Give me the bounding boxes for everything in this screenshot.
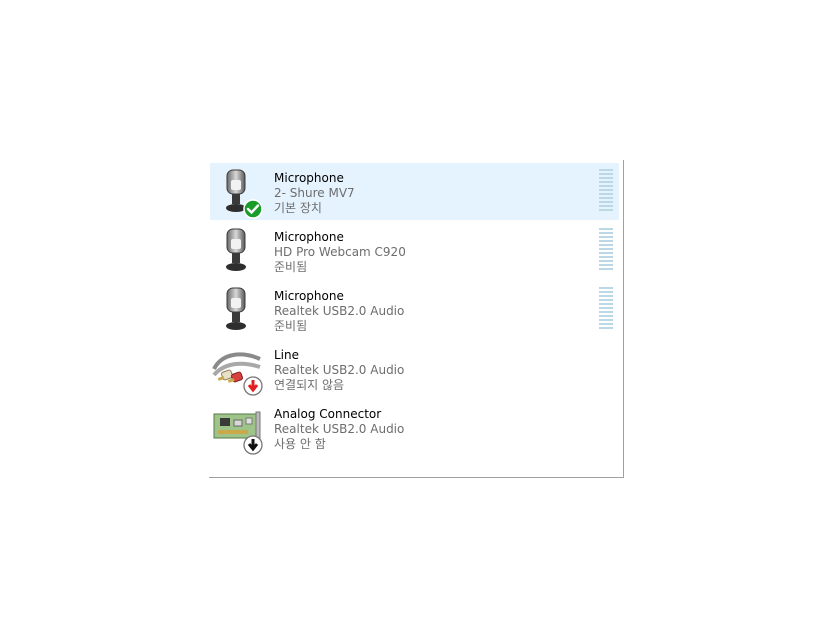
disabled-arrow-icon (243, 435, 263, 455)
level-meter-segment (599, 291, 613, 293)
level-meter-segment (599, 248, 613, 250)
device-text: Microphone HD Pro Webcam C920 준비됨 (274, 230, 406, 275)
level-meter-segment (599, 315, 613, 317)
device-description: Realtek USB2.0 Audio (274, 304, 405, 318)
level-meter-segment (599, 327, 613, 329)
device-name: Microphone (274, 230, 344, 244)
level-meter-segment (599, 228, 613, 230)
microphone-icon (212, 166, 264, 219)
device-status: 준비됨 (274, 260, 308, 274)
device-status: 사용 안 함 (274, 437, 326, 451)
level-meter-segment (599, 264, 613, 266)
level-meter-segment (599, 201, 613, 203)
level-meter-segment (599, 244, 613, 246)
device-row-shure-mv7[interactable]: Microphone 2- Shure MV7 기본 장치 (210, 163, 619, 220)
level-meter-segment (599, 287, 613, 289)
level-meter-segment (599, 177, 613, 179)
level-meter-segment (599, 311, 613, 313)
microphone-icon (212, 284, 264, 334)
level-meter-segment (599, 205, 613, 207)
level-meter (599, 169, 613, 211)
device-description: HD Pro Webcam C920 (274, 245, 406, 259)
level-meter-segment (599, 240, 613, 242)
device-row-analog-connector[interactable]: Analog Connector Realtek USB2.0 Audio 사용… (210, 399, 619, 456)
device-text: Analog Connector Realtek USB2.0 Audio 사용… (274, 407, 404, 452)
level-meter-segment (599, 319, 613, 321)
device-description: 2- Shure MV7 (274, 186, 355, 200)
microphone-icon (212, 225, 264, 275)
device-text: Microphone 2- Shure MV7 기본 장치 (274, 171, 355, 216)
level-meter (599, 228, 613, 270)
device-text: Microphone Realtek USB2.0 Audio 준비됨 (274, 289, 404, 334)
level-meter-segment (599, 256, 613, 258)
level-meter-segment (599, 209, 613, 211)
level-meter-segment (599, 181, 613, 183)
device-status: 연결되지 않음 (274, 378, 345, 392)
level-meter-segment (599, 193, 613, 195)
device-status: 기본 장치 (274, 201, 322, 215)
default-check-badge (243, 199, 263, 219)
level-meter-segment (599, 268, 613, 270)
sound-card-icon (212, 402, 264, 455)
level-meter-segment (599, 295, 613, 297)
device-name: Analog Connector (274, 407, 382, 421)
device-row-line-in[interactable]: Line Realtek USB2.0 Audio 연결되지 않음 (210, 340, 619, 397)
level-meter-segment (599, 236, 613, 238)
level-meter (599, 287, 613, 329)
line-in-cable-icon (212, 343, 264, 396)
device-name: Microphone (274, 171, 344, 185)
recording-device-list[interactable]: Microphone 2- Shure MV7 기본 장치 Microphone (209, 160, 624, 478)
device-text: Line Realtek USB2.0 Audio 연결되지 않음 (274, 348, 404, 393)
device-status: 준비됨 (274, 319, 308, 333)
device-row-webcam-c920[interactable]: Microphone HD Pro Webcam C920 준비됨 (210, 222, 619, 279)
device-row-realtek-mic[interactable]: Microphone Realtek USB2.0 Audio 준비됨 (210, 281, 619, 338)
level-meter-segment (599, 260, 613, 262)
level-meter-segment (599, 307, 613, 309)
not-connected-arrow-icon (243, 376, 263, 396)
level-meter-segment (599, 299, 613, 301)
level-meter-segment (599, 185, 613, 187)
device-description: Realtek USB2.0 Audio (274, 363, 405, 377)
level-meter-segment (599, 197, 613, 199)
level-meter-segment (599, 173, 613, 175)
level-meter-segment (599, 303, 613, 305)
level-meter-segment (599, 169, 613, 171)
level-meter-segment (599, 189, 613, 191)
device-name: Microphone (274, 289, 344, 303)
level-meter-segment (599, 323, 613, 325)
level-meter-segment (599, 232, 613, 234)
level-meter-segment (599, 252, 613, 254)
device-description: Realtek USB2.0 Audio (274, 422, 405, 436)
device-name: Line (274, 348, 300, 362)
